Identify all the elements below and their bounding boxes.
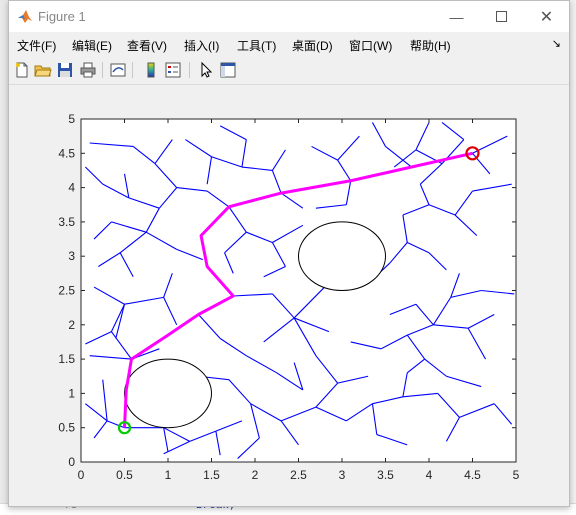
y-tick-label: 4 — [68, 181, 75, 195]
toolbar-separator — [102, 62, 103, 78]
y-tick-label: 0.5 — [58, 421, 75, 435]
menu-help[interactable]: 帮助(H) — [410, 37, 451, 54]
x-tick-label: 0 — [78, 468, 85, 482]
y-tick-label: 1 — [68, 386, 75, 400]
x-tick-label: 0.5 — [116, 468, 133, 482]
x-tick-label: 3.5 — [377, 468, 394, 482]
menu-tools[interactable]: 工具(T) — [237, 37, 276, 54]
y-tick-label: 3 — [68, 249, 75, 263]
menu-file[interactable]: 文件(F) — [17, 37, 56, 54]
x-tick-label: 1 — [165, 468, 172, 482]
open-file-icon[interactable] — [34, 61, 52, 79]
legend-icon[interactable] — [164, 61, 182, 79]
obstacle-circle — [124, 358, 212, 429]
x-tick-label: 1.5 — [203, 468, 220, 482]
property-inspector-icon[interactable] — [219, 61, 237, 79]
y-tick-label: 5 — [68, 112, 75, 126]
menu-edit[interactable]: 编辑(E) — [72, 37, 112, 54]
print-icon[interactable] — [79, 61, 97, 79]
save-icon[interactable] — [56, 61, 74, 79]
toolbar — [9, 56, 569, 85]
y-tick-label: 3.5 — [58, 215, 75, 229]
x-tick-label: 5 — [513, 468, 520, 482]
close-button[interactable]: ✕ — [524, 1, 569, 32]
colorbar-icon[interactable] — [142, 61, 160, 79]
matlab-logo-icon — [18, 10, 32, 23]
x-tick-label: 3 — [339, 468, 346, 482]
title-bar[interactable]: Figure 1 — ✕ — [9, 1, 569, 32]
figure-canvas: 0 0.5 1 1.5 2 2.5 3 3.5 4 4.5 5 0 0.5 1 1.5 2 2.5 3 3.5 4 4… — [9, 85, 569, 506]
close-icon: ✕ — [539, 8, 554, 26]
y-tick-label: 1.5 — [58, 352, 75, 366]
y-tick-label: 0 — [68, 455, 75, 469]
menu-view[interactable]: 查看(V) — [127, 37, 167, 54]
link-plot-icon[interactable] — [109, 61, 127, 79]
menu-insert[interactable]: 插入(I) — [184, 37, 219, 54]
obstacle-circle — [298, 221, 386, 291]
minimize-button[interactable]: — — [434, 1, 479, 32]
y-tick-label: 2 — [68, 318, 75, 332]
menu-desktop[interactable]: 桌面(D) — [292, 37, 333, 54]
toolbar-separator — [189, 62, 190, 78]
toolbar-separator — [132, 62, 133, 78]
x-tick-label: 4 — [426, 468, 433, 482]
minimize-icon: — — [449, 8, 464, 25]
maximize-icon — [496, 11, 507, 22]
dock-arrow-icon[interactable]: ↘ — [552, 37, 561, 50]
window-title: Figure 1 — [38, 9, 86, 24]
x-tick-label: 2 — [252, 468, 259, 482]
menu-bar: 文件(F) 编辑(E) 查看(V) 插入(I) 工具(T) 桌面(D) 窗口(W… — [9, 32, 569, 56]
x-tick-label: 4.5 — [464, 468, 481, 482]
y-tick-label: 2.5 — [58, 284, 75, 298]
new-figure-icon[interactable] — [13, 61, 31, 79]
y-tick-label: 4.5 — [58, 146, 75, 160]
rrt-plot[interactable]: 0 0.5 1 1.5 2 2.5 3 3.5 4 4.5 5 0 0.5 1 1.5 2 2.5 3 3.5 4 4… — [9, 85, 569, 506]
menu-window[interactable]: 窗口(W) — [349, 37, 392, 54]
pointer-icon[interactable] — [197, 61, 215, 79]
x-tick-label: 2.5 — [290, 468, 307, 482]
figure-window: Figure 1 — ✕ 文件(F) 编辑(E) 查看(V) 插入(I) 工具(… — [8, 0, 570, 507]
maximize-button[interactable] — [479, 1, 524, 32]
